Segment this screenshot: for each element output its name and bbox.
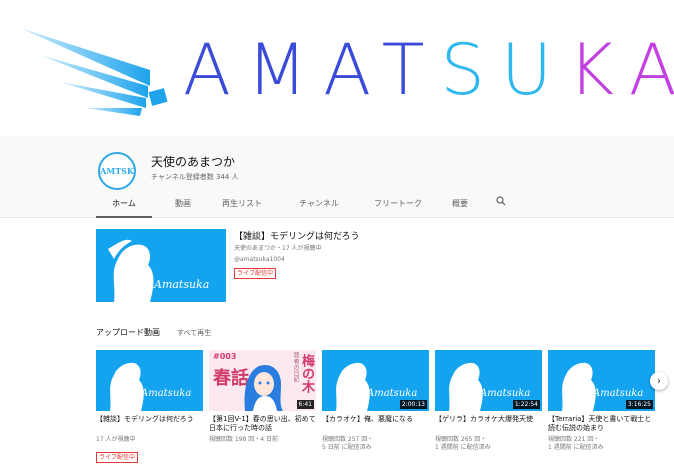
- thumbnail-signature: Amatsuka: [141, 388, 192, 399]
- video-duration: 1:22:54: [512, 400, 540, 409]
- channel-avatar[interactable]: AMTSK: [98, 152, 136, 190]
- video-stream-date: 1 週間前 に配信済み: [548, 444, 604, 451]
- video-card[interactable]: Amatsuka 3:16:25 【Terraria】天使と書いて戦士と読む伝説…: [548, 350, 655, 452]
- chevron-right-icon[interactable]: ›: [650, 372, 668, 390]
- video-stream-date: 5 日前 に配信済み: [322, 444, 372, 451]
- video-thumbnail[interactable]: Amatsuka 1:22:54: [435, 350, 542, 411]
- video-meta: 視聴回数 198 回・4 日前: [209, 436, 278, 443]
- video-card[interactable]: Amatsuka 1:22:54 【ゲリラ】カラオケ大爆発天使 視聴回数 265…: [435, 350, 542, 452]
- banner-title: AMATSUKA: [183, 29, 674, 111]
- angel-silhouette-icon: [108, 239, 154, 302]
- thumbnail-signature: Amatsuka: [154, 278, 210, 291]
- video-thumbnail[interactable]: Amatsuka: [96, 350, 203, 411]
- video-thumbnail[interactable]: Amatsuka 3:16:25: [548, 350, 655, 411]
- featured-video-meta: 天使のあまつか・17 人が視聴中: [234, 245, 322, 252]
- tab-videos[interactable]: 動画: [156, 194, 210, 218]
- thumbnail-subheading: 梅の木: [299, 354, 314, 393]
- search-icon[interactable]: [486, 194, 516, 218]
- video-title[interactable]: 【カラオケ】俺、悪魔になる: [322, 415, 429, 433]
- angel-silhouette-icon: [110, 362, 144, 411]
- video-duration: 6:41: [296, 400, 314, 409]
- video-title[interactable]: 【第1回V-1】春の思い出、初めて日本に行った時の話: [209, 415, 316, 433]
- video-thumbnail[interactable]: Amatsuka 2:00:13: [322, 350, 429, 411]
- thumbnail-signature: Amatsuka: [480, 388, 531, 399]
- wing-logo-icon: [20, 28, 168, 116]
- tab-free-talk[interactable]: フリートーク: [362, 194, 434, 218]
- video-meta: 視聴回数 257 回・: [322, 436, 374, 443]
- video-title[interactable]: 【ゲリラ】カラオケ大爆発天使: [435, 415, 542, 433]
- video-meta: 視聴回数 265 回・: [435, 436, 487, 443]
- play-all-button[interactable]: すべて再生: [177, 328, 211, 338]
- tab-channels[interactable]: チャンネル: [288, 194, 350, 218]
- video-duration: 3:16:25: [625, 400, 653, 409]
- video-card[interactable]: #003 春話 賢者の日記 梅の木 6:41 【第1回V-1】春の思い出、初めて…: [209, 350, 316, 444]
- live-badge: ライブ配信中: [234, 268, 277, 279]
- channel-tabs: ホーム 動画 再生リスト チャンネル フリートーク 概要: [96, 194, 516, 218]
- video-meta: 視聴回数 221 回・: [548, 436, 600, 443]
- featured-video-thumbnail[interactable]: Amatsuka: [96, 229, 226, 302]
- video-title[interactable]: 【雑談】モデリングは何だろう: [96, 415, 203, 433]
- tab-home[interactable]: ホーム: [96, 194, 152, 218]
- video-thumbnail[interactable]: #003 春話 賢者の日記 梅の木 6:41: [209, 350, 316, 411]
- video-title[interactable]: 【Terraria】天使と書いて戦士と読む伝説の始まり: [548, 415, 655, 433]
- tab-playlists[interactable]: 再生リスト: [210, 194, 274, 218]
- live-badge: ライブ配信中: [96, 452, 139, 463]
- video-stream-date: 1 週間前 に配信済み: [435, 444, 491, 451]
- video-card[interactable]: Amatsuka 2:00:13 【カラオケ】俺、悪魔になる 視聴回数 257 …: [322, 350, 429, 452]
- video-duration: 2:00:13: [399, 400, 427, 409]
- thumbnail-signature: Amatsuka: [367, 388, 418, 399]
- channel-name: 天使のあまつか: [151, 155, 236, 169]
- featured-video-title[interactable]: 【雑談】モデリングは何だろう: [234, 229, 359, 242]
- subscriber-count: チャンネル登録者数 344 人: [151, 173, 239, 181]
- avatar-text: AMTSK: [100, 166, 134, 176]
- channel-banner: AMATSUKA: [0, 0, 674, 132]
- thumbnail-signature: Amatsuka: [593, 388, 644, 399]
- video-card[interactable]: Amatsuka 【雑談】モデリングは何だろう 17 人が視聴中 ライブ配信中: [96, 350, 203, 463]
- video-meta: 17 人が視聴中: [96, 436, 136, 443]
- uploads-section-title[interactable]: アップロード動画: [96, 327, 160, 338]
- channel-header: AMTSK 天使のあまつか チャンネル登録者数 344 人 ホーム 動画 再生リ…: [0, 136, 674, 218]
- tab-about[interactable]: 概要: [440, 194, 480, 218]
- featured-video-handle[interactable]: @amatsuka1004: [234, 256, 285, 263]
